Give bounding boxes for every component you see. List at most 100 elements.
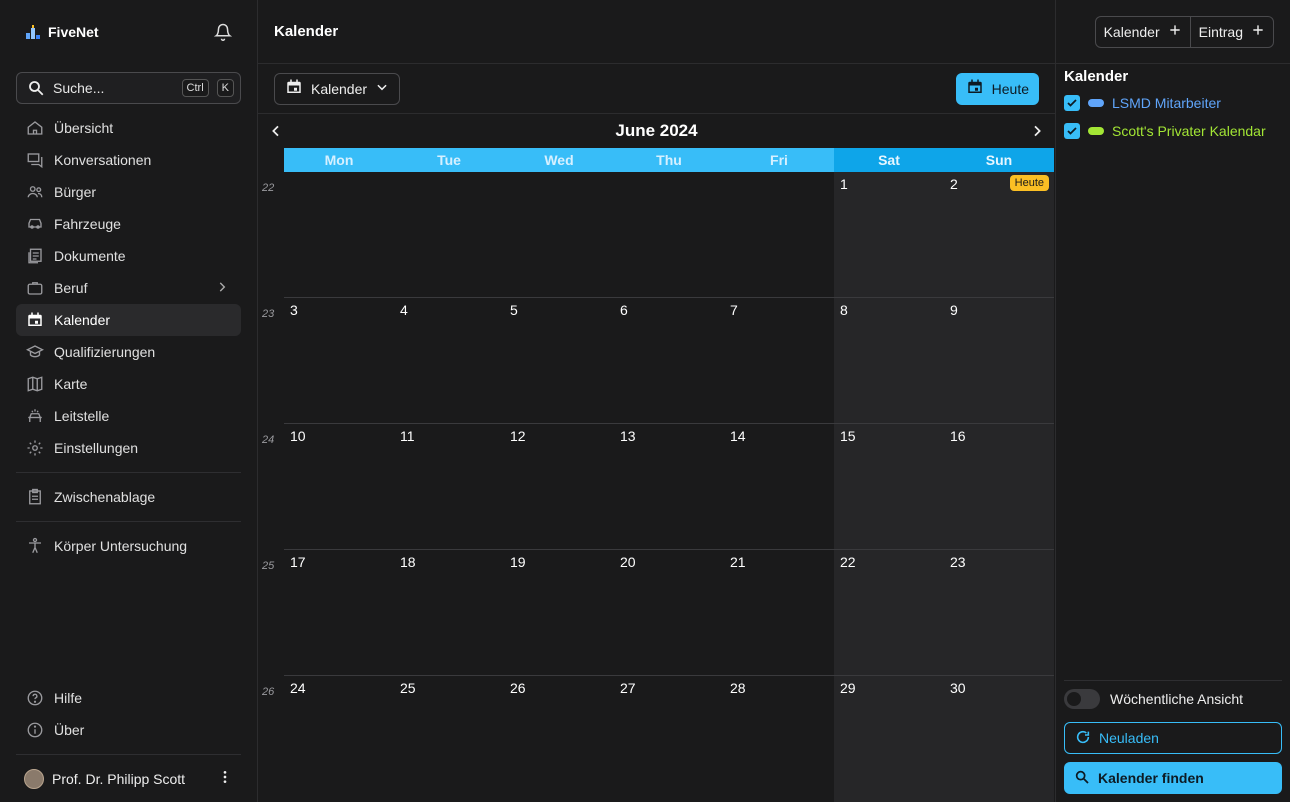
- sidebar-item-kalender[interactable]: Kalender: [16, 304, 241, 336]
- calendar-day-cell[interactable]: 2 Heute: [944, 172, 1054, 297]
- sidebar-item-koerper-untersuchung[interactable]: Körper Untersuchung: [16, 530, 241, 562]
- find-calendars-button[interactable]: Kalender finden: [1064, 762, 1282, 794]
- calendar-day-cell[interactable]: 18: [394, 550, 504, 675]
- calendar-day-cell[interactable]: 21: [724, 550, 834, 675]
- sidebar-item-buerger[interactable]: Bürger: [16, 176, 241, 208]
- calendar-day-cell[interactable]: 7: [724, 298, 834, 423]
- sidebar-item-zwischenablage[interactable]: Zwischenablage: [16, 481, 241, 513]
- sidebar: FiveNet Suche... Ctrl K Übersicht Konver…: [0, 0, 258, 802]
- calendar-day-cell[interactable]: 20: [614, 550, 724, 675]
- calendar-day-cell[interactable]: 6: [614, 298, 724, 423]
- divider: [16, 472, 241, 473]
- chat-icon: [26, 151, 44, 169]
- refresh-icon: [1075, 729, 1091, 748]
- bell-icon[interactable]: [213, 22, 233, 42]
- calendar-day-cell[interactable]: 13: [614, 424, 724, 549]
- car-icon: [26, 215, 44, 233]
- checkbox-checked-icon[interactable]: [1064, 95, 1080, 111]
- calendar-item[interactable]: LSMD Mitarbeiter: [1064, 89, 1282, 117]
- calendar-day-cell[interactable]: 30: [944, 676, 1054, 802]
- user-menu[interactable]: Prof. Dr. Philipp Scott: [16, 754, 241, 802]
- calendar-day-cell[interactable]: 12: [504, 424, 614, 549]
- day-number: 3: [290, 302, 298, 318]
- sidebar-item-beruf[interactable]: Beruf: [16, 272, 241, 304]
- calendar-day-cell[interactable]: 22: [834, 550, 944, 675]
- sidebar-item-label: Übersicht: [54, 120, 114, 136]
- calendar-day-cell[interactable]: 28: [724, 676, 834, 802]
- day-number: 8: [840, 302, 848, 318]
- calendar-item[interactable]: Scott's Privater Kalendar: [1064, 117, 1282, 145]
- weekday-thu: Thu: [614, 148, 724, 172]
- gear-icon: [26, 439, 44, 457]
- calendar-day-cell[interactable]: 24: [284, 676, 394, 802]
- view-select[interactable]: Kalender: [274, 72, 401, 105]
- chevron-right-icon[interactable]: [215, 280, 229, 297]
- calendar-day-cell[interactable]: [614, 172, 724, 297]
- calendar-day-cell[interactable]: [284, 172, 394, 297]
- add-calendar-button[interactable]: Kalender: [1096, 17, 1190, 47]
- sidebar-item-label: Fahrzeuge: [54, 216, 121, 232]
- user-name: Prof. Dr. Philipp Scott: [52, 770, 186, 787]
- today-button[interactable]: Heute: [955, 72, 1039, 105]
- clipboard-icon: [26, 488, 44, 506]
- calendar-day-cell[interactable]: 10: [284, 424, 394, 549]
- calendar-panel: Kalender Eintrag Kalender LSMD Mitarbeit…: [1055, 0, 1290, 802]
- weekly-view-toggle[interactable]: [1064, 688, 1100, 709]
- calendar-toolbar: Kalender Heute: [258, 64, 1055, 114]
- calendar-day-cell[interactable]: 19: [504, 550, 614, 675]
- week-number: 26: [262, 686, 275, 698]
- calendar-day-cell[interactable]: 17: [284, 550, 394, 675]
- month-title: June 2024: [615, 121, 698, 140]
- day-number: 11: [400, 428, 415, 444]
- shortcut-ctrl: Ctrl: [181, 79, 209, 97]
- logo-icon: [26, 25, 40, 39]
- calendar-day-cell[interactable]: 16: [944, 424, 1054, 549]
- sidebar-item-einstellungen[interactable]: Einstellungen: [16, 432, 241, 464]
- sidebar-item-konversationen[interactable]: Konversationen: [16, 144, 241, 176]
- calendar-day-cell[interactable]: 4: [394, 298, 504, 423]
- calendar-day-cell[interactable]: 8: [834, 298, 944, 423]
- calendar-day-cell[interactable]: 23: [944, 550, 1054, 675]
- day-number: 13: [620, 428, 636, 444]
- more-vertical-icon[interactable]: [217, 769, 233, 788]
- chevron-right-icon[interactable]: [1027, 121, 1047, 141]
- sidebar-item-karte[interactable]: Karte: [16, 368, 241, 400]
- calendar-day-cell[interactable]: 26: [504, 676, 614, 802]
- calendar-day-cell[interactable]: [504, 172, 614, 297]
- calendar-day-cell[interactable]: 14: [724, 424, 834, 549]
- calendar-day-cell[interactable]: 27: [614, 676, 724, 802]
- calendar-day-cell[interactable]: 3: [284, 298, 394, 423]
- search-input[interactable]: Suche... Ctrl K: [16, 72, 241, 104]
- sidebar-item-uebersicht[interactable]: Übersicht: [16, 112, 241, 144]
- calendar-name: Scott's Privater Kalendar: [1112, 123, 1266, 139]
- calendar-day-cell[interactable]: 25: [394, 676, 504, 802]
- sidebar-item-label: Bürger: [54, 184, 97, 200]
- day-number: 27: [620, 680, 636, 696]
- calendar-day-cell[interactable]: 9: [944, 298, 1054, 423]
- add-entry-button[interactable]: Eintrag: [1189, 16, 1273, 47]
- human-icon: [26, 537, 44, 555]
- calendar-day-cell[interactable]: 29: [834, 676, 944, 802]
- brand[interactable]: FiveNet: [24, 23, 99, 41]
- reload-button[interactable]: Neuladen: [1064, 722, 1282, 754]
- sidebar-item-ueber[interactable]: Über: [16, 714, 241, 746]
- calendar-day-cell[interactable]: 15: [834, 424, 944, 549]
- day-number: 6: [620, 302, 628, 318]
- sidebar-item-leitstelle[interactable]: Leitstelle: [16, 400, 241, 432]
- documents-icon: [26, 247, 44, 265]
- calendar-color-swatch: [1088, 127, 1104, 135]
- calendar-day-cell[interactable]: 11: [394, 424, 504, 549]
- calendar-day-cell[interactable]: 1: [834, 172, 944, 297]
- sidebar-item-qualifizierungen[interactable]: Qualifizierungen: [16, 336, 241, 368]
- sidebar-item-dokumente[interactable]: Dokumente: [16, 240, 241, 272]
- reload-label: Neuladen: [1099, 730, 1159, 746]
- chevron-left-icon[interactable]: [266, 121, 286, 141]
- calendar-day-cell[interactable]: [724, 172, 834, 297]
- sidebar-item-hilfe[interactable]: Hilfe: [16, 682, 241, 714]
- chevron-down-icon: [375, 80, 389, 97]
- day-number: 1: [840, 176, 848, 192]
- sidebar-item-fahrzeuge[interactable]: Fahrzeuge: [16, 208, 241, 240]
- calendar-day-cell[interactable]: [394, 172, 504, 297]
- calendar-day-cell[interactable]: 5: [504, 298, 614, 423]
- checkbox-checked-icon[interactable]: [1064, 123, 1080, 139]
